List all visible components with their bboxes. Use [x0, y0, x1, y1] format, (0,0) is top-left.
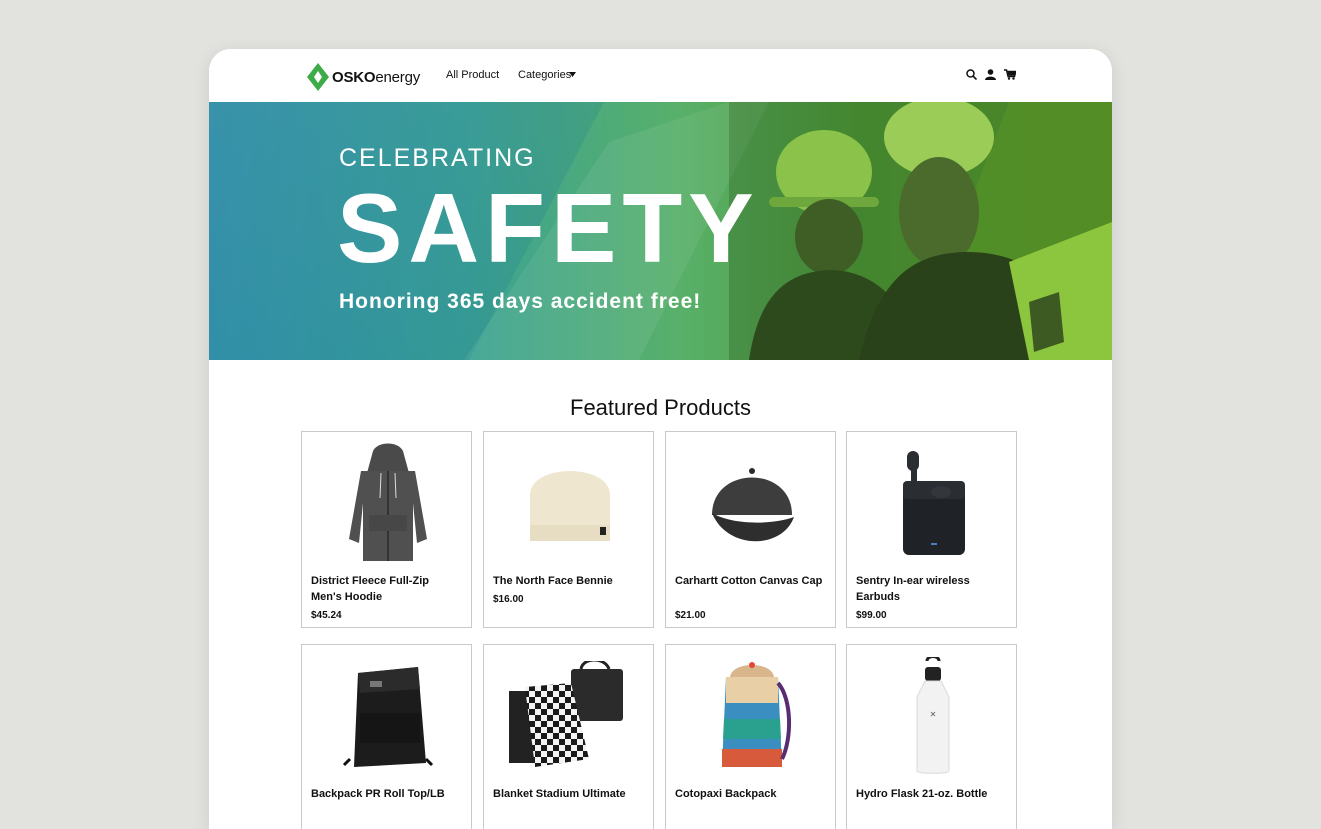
workers-photo — [729, 102, 1112, 360]
search-icon[interactable] — [966, 69, 977, 80]
user-icon[interactable] — [985, 69, 996, 80]
product-price: $16.00 — [493, 594, 524, 605]
beanie-image — [529, 471, 610, 541]
product-card[interactable]: Sentry In-ear wireless Earbuds $99.00 — [846, 431, 1017, 628]
svg-text:✕: ✕ — [929, 710, 936, 719]
hero-banner[interactable]: CELEBRATING SAFETY Honoring 365 days acc… — [209, 102, 1112, 360]
product-card[interactable]: ✕ Hydro Flask 21-oz. Bottle — [846, 644, 1017, 829]
product-image[interactable] — [302, 440, 473, 566]
brand-name: OSKOenergy — [332, 68, 421, 86]
product-card[interactable]: Blanket Stadium Ultimate — [483, 644, 654, 829]
product-image[interactable] — [484, 440, 655, 566]
product-name[interactable]: The North Face Bennie — [493, 573, 643, 589]
product-name[interactable]: Blanket Stadium Ultimate — [493, 786, 643, 802]
product-image[interactable]: ✕ — [847, 653, 1018, 779]
product-price: $21.00 — [675, 610, 706, 621]
colorful-backpack-image — [721, 662, 791, 767]
logo-diamond-icon — [307, 63, 329, 91]
product-name[interactable]: Carhartt Cotton Canvas Cap — [675, 573, 825, 589]
product-name[interactable]: Cotopaxi Backpack — [675, 786, 825, 802]
hoodie-image — [348, 443, 427, 561]
product-price: $45.24 — [311, 610, 342, 621]
cap-image — [711, 468, 794, 542]
featured-products-heading: Featured Products — [570, 395, 751, 420]
brand-logo[interactable]: OSKOenergy — [307, 63, 420, 91]
hero-title: SAFETY — [337, 173, 760, 283]
earbuds-image — [902, 451, 965, 555]
hero-subtitle: Honoring 365 days accident free! — [339, 290, 702, 313]
product-image[interactable] — [847, 440, 1018, 566]
product-image[interactable] — [484, 653, 655, 779]
water-bottle-image: ✕ — [916, 657, 949, 774]
product-image[interactable] — [666, 653, 837, 779]
product-name[interactable]: Hydro Flask 21-oz. Bottle — [856, 786, 1006, 802]
product-image[interactable] — [302, 653, 473, 779]
chevron-down-icon — [569, 72, 577, 77]
product-card[interactable]: Carhartt Cotton Canvas Cap $21.00 — [665, 431, 836, 628]
nav-icons — [966, 69, 1016, 80]
product-card[interactable]: Backpack PR Roll Top/LB — [301, 644, 472, 829]
top-navigation: OSKOenergy All Product Categories — [209, 49, 1112, 102]
nav-all-product[interactable]: All Product — [446, 69, 499, 81]
product-name[interactable]: Backpack PR Roll Top/LB — [311, 786, 461, 802]
product-name[interactable]: Sentry In-ear wireless Earbuds — [856, 573, 1006, 605]
product-card[interactable]: Cotopaxi Backpack — [665, 644, 836, 829]
blanket-image — [508, 661, 623, 767]
product-image[interactable] — [666, 440, 837, 566]
backpack-image — [342, 667, 433, 767]
product-card[interactable]: District Fleece Full-Zip Men's Hoodie $4… — [301, 431, 472, 628]
cart-icon[interactable] — [1004, 69, 1016, 80]
product-price: $99.00 — [856, 610, 887, 621]
browser-window: OSKOenergy All Product Categories CELEBR… — [209, 49, 1112, 829]
nav-categories[interactable]: Categories — [518, 69, 577, 81]
product-card[interactable]: The North Face Bennie $16.00 — [483, 431, 654, 628]
product-name[interactable]: District Fleece Full-Zip Men's Hoodie — [311, 573, 461, 605]
